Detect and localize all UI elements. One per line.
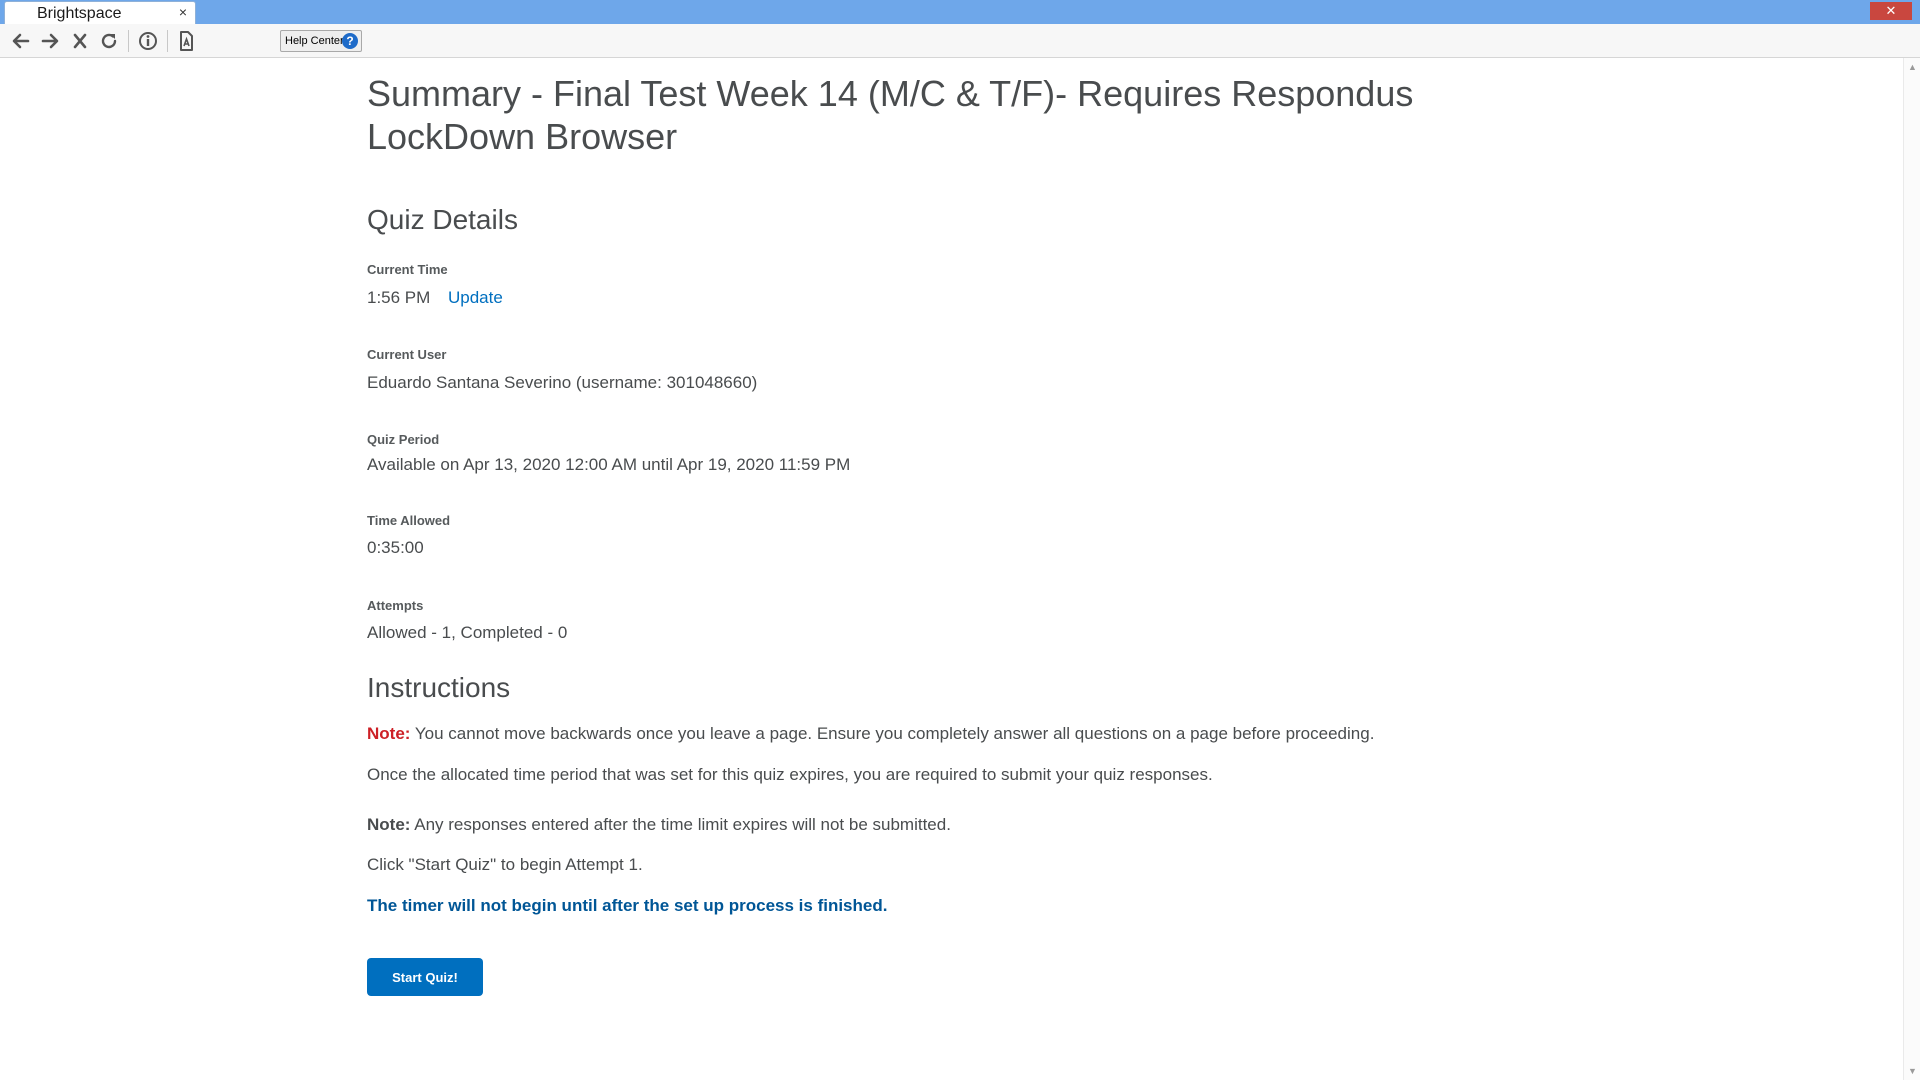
vertical-scrollbar[interactable]: ▲ ▼ (1903, 58, 1920, 1080)
instruction-start-quiz: Click "Start Quiz" to begin Attempt 1. (367, 855, 643, 874)
instruction-note-time-limit: Note: Any responses entered after the ti… (367, 815, 951, 835)
browser-tab[interactable]: Brightspace × (4, 1, 196, 25)
browser-toolbar: Help Center ? (0, 24, 1920, 58)
reload-icon[interactable] (96, 29, 122, 53)
toolbar-separator (128, 30, 129, 52)
time-allowed-value: 0:35:00 (367, 538, 424, 557)
page-title: Summary - Final Test Week 14 (M/C & T/F)… (367, 73, 1414, 157)
quiz-details-heading: Quiz Details (367, 204, 518, 235)
attempts-value: Allowed - 1, Completed - 0 (367, 623, 568, 642)
window-titlebar: Brightspace × ✕ (0, 0, 1920, 25)
help-question-icon: ? (342, 33, 358, 49)
tab-close-icon[interactable]: × (179, 4, 187, 20)
timer-note: The timer will not begin until after the… (367, 896, 888, 915)
current-time-label: Current Time (367, 262, 448, 277)
toolbar-separator (167, 30, 168, 52)
quiz-period-label: Quiz Period (367, 432, 440, 447)
tab-title: Brightspace (37, 5, 122, 22)
current-user-value: Eduardo Santana Severino (username: 3010… (367, 373, 758, 392)
help-center-label: Help Center (285, 35, 344, 47)
current-time-row: 1:56 PM Update (367, 288, 967, 308)
document-icon[interactable] (173, 29, 199, 53)
start-quiz-button[interactable]: Start Quiz! (367, 958, 483, 996)
instructions-heading: Instructions (367, 672, 511, 703)
stop-icon[interactable] (67, 29, 93, 53)
note-label: Note: (367, 724, 411, 743)
note-label: Note: (367, 815, 411, 834)
window-close-button[interactable]: ✕ (1870, 2, 1912, 20)
note-text: Any responses entered after the time lim… (410, 815, 951, 834)
update-time-link[interactable]: Update (448, 288, 503, 308)
instruction-time-period: Once the allocated time period that was … (367, 765, 1213, 784)
current-user-label: Current User (367, 347, 447, 362)
forward-arrow-icon[interactable] (37, 29, 63, 53)
scroll-up-icon[interactable]: ▲ (1908, 62, 1917, 72)
note-text: You cannot move backwards once you leave… (410, 724, 1375, 743)
instruction-note-backwards: Note: You cannot move backwards once you… (367, 724, 1374, 744)
info-icon[interactable] (135, 29, 161, 53)
help-center-button[interactable]: Help Center ? (280, 30, 362, 52)
time-allowed-label: Time Allowed (367, 513, 451, 528)
attempts-label: Attempts (367, 598, 424, 613)
scroll-down-icon[interactable]: ▼ (1908, 1066, 1917, 1076)
quiz-period-value: Available on Apr 13, 2020 12:00 AM until… (367, 455, 851, 474)
back-arrow-icon[interactable] (8, 29, 34, 53)
current-time-value: 1:56 PM (367, 288, 431, 307)
